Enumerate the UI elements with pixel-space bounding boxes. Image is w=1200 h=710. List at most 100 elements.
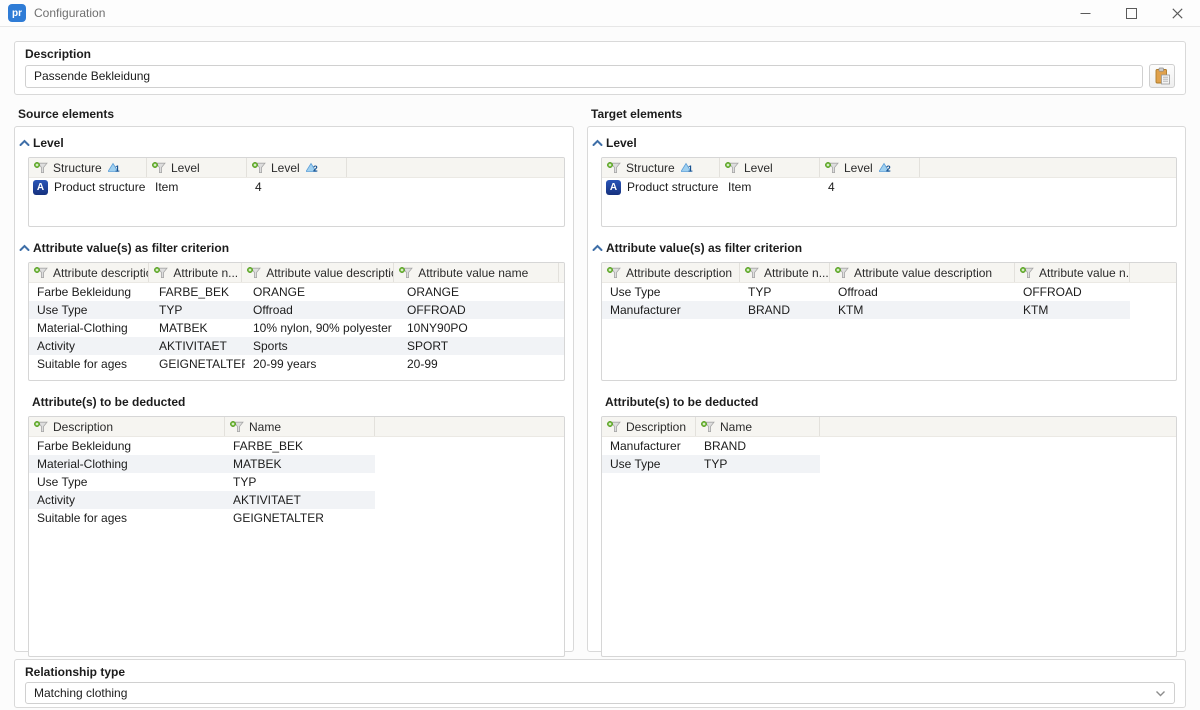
column-header[interactable]: Structure1: [602, 158, 720, 177]
minimize-button[interactable]: [1062, 0, 1108, 27]
table-cell: 20-99: [399, 355, 565, 373]
filter-funnel-icon: [607, 421, 621, 433]
target-level-section: Level Structure1LevelLevel2AProduct stru…: [601, 134, 1177, 227]
source-elements-section: Source elements Level Structure1LevelLev…: [14, 107, 574, 652]
column-header-label: Attribute n...: [173, 266, 238, 280]
column-header[interactable]: Attribute description: [602, 263, 740, 282]
column-header-filler: [375, 417, 564, 436]
paste-button[interactable]: [1149, 64, 1175, 88]
window-controls: [1062, 0, 1200, 27]
collapse-chevron-icon[interactable]: [592, 244, 606, 252]
chevron-down-icon: [1155, 690, 1166, 697]
table-row[interactable]: Farbe BekleidungFARBE_BEKORANGEORANGE: [29, 283, 565, 301]
table-cell: AKTIVITAET: [151, 337, 245, 355]
table-cell: Use Type: [602, 455, 696, 473]
table-cell: Item: [720, 178, 820, 196]
column-header[interactable]: Level2: [820, 158, 920, 177]
section-title: Attribute(s) to be deducted: [32, 395, 185, 409]
table-row[interactable]: Use TypeTYP: [602, 455, 820, 473]
table-cell: MATBEK: [151, 319, 245, 337]
column-header-label: Level: [271, 161, 300, 175]
table-row[interactable]: ActivityAKTIVITAET: [29, 491, 375, 509]
columns-area: Source elements Level Structure1LevelLev…: [14, 107, 1186, 652]
column-header[interactable]: Attribute value description: [830, 263, 1015, 282]
table-cell: Sports: [245, 337, 399, 355]
target-elements-panel: Level Structure1LevelLevel2AProduct stru…: [587, 126, 1186, 652]
table-cell: Farbe Bekleidung: [29, 437, 225, 455]
collapse-chevron-icon[interactable]: [19, 244, 33, 252]
close-button[interactable]: [1154, 0, 1200, 27]
table-body: Farbe BekleidungFARBE_BEKMaterial-Clothi…: [29, 437, 564, 527]
filter-funnel-icon: [825, 162, 839, 174]
structure-type-icon: A: [33, 180, 48, 195]
column-header[interactable]: Name: [696, 417, 820, 436]
table-row[interactable]: Suitable for agesGEIGNETALTER20-99 years…: [29, 355, 565, 373]
column-header[interactable]: Attribute n...: [740, 263, 830, 282]
table-body: AProduct structureItem4: [602, 178, 1176, 196]
table-header-row: Structure1LevelLevel2: [29, 158, 564, 178]
table-cell: 4: [820, 178, 920, 196]
collapse-chevron-icon[interactable]: [592, 139, 606, 147]
source-elements-label: Source elements: [14, 107, 574, 126]
main-content: Description Source eleme: [0, 27, 1200, 708]
column-header[interactable]: Attribute value name: [394, 263, 559, 282]
source-elements-panel: Level Structure1LevelLevel2AProduct stru…: [14, 126, 574, 652]
table-cell: GEIGNETALTER: [225, 509, 375, 527]
table-cell: 10NY90PO: [399, 319, 565, 337]
column-header[interactable]: Level2: [247, 158, 347, 177]
column-header[interactable]: Level: [720, 158, 820, 177]
source-level-section: Level Structure1LevelLevel2AProduct stru…: [28, 134, 565, 227]
table-cell: Suitable for ages: [29, 355, 151, 373]
column-header[interactable]: Attribute n...: [149, 263, 242, 282]
svg-text:1: 1: [688, 164, 693, 174]
table-cell: AProduct structure: [29, 178, 147, 196]
relationship-type-select[interactable]: Matching clothing: [25, 682, 1175, 704]
column-header[interactable]: Attribute value n...: [1015, 263, 1130, 282]
table-row[interactable]: Material-ClothingMATBEK: [29, 455, 375, 473]
column-header-filler: [347, 158, 564, 177]
target-elements-label: Target elements: [587, 107, 1186, 126]
structure-type-icon: A: [606, 180, 621, 195]
table-cell: Material-Clothing: [29, 455, 225, 473]
column-header[interactable]: Description: [602, 417, 696, 436]
configuration-window: pr Configuration Description: [0, 0, 1200, 710]
table-body: Use TypeTYPOffroadOFFROADManufacturerBRA…: [602, 283, 1176, 319]
column-header[interactable]: Attribute description: [29, 263, 149, 282]
column-header[interactable]: Description: [29, 417, 225, 436]
filter-funnel-icon: [399, 267, 413, 279]
table-row[interactable]: Suitable for agesGEIGNETALTER: [29, 509, 375, 527]
column-header[interactable]: Structure1: [29, 158, 147, 177]
maximize-button[interactable]: [1108, 0, 1154, 27]
table-row[interactable]: ManufacturerBRAND: [602, 437, 820, 455]
description-input[interactable]: [25, 65, 1143, 88]
table-row[interactable]: ActivityAKTIVITAETSportsSPORT: [29, 337, 565, 355]
target-filter-section: Attribute value(s) as filter criterion A…: [601, 239, 1177, 381]
filter-funnel-icon: [247, 267, 261, 279]
column-header[interactable]: Level: [147, 158, 247, 177]
column-header-label: Attribute description: [53, 266, 148, 280]
description-label: Description: [25, 47, 1175, 61]
section-title: Attribute(s) to be deducted: [605, 395, 758, 409]
target-level-table: Structure1LevelLevel2AProduct structureI…: [601, 157, 1177, 227]
table-row[interactable]: ManufacturerBRANDKTMKTM: [602, 301, 1130, 319]
table-header-row: Attribute description Attribute n... Attri…: [29, 263, 564, 283]
table-row[interactable]: AProduct structureItem4: [29, 178, 347, 196]
table-cell: Use Type: [29, 301, 151, 319]
table-row[interactable]: AProduct structureItem4: [602, 178, 920, 196]
maximize-icon: [1126, 8, 1137, 19]
table-row[interactable]: Material-ClothingMATBEK10% nylon, 90% po…: [29, 319, 565, 337]
table-row[interactable]: Use TypeTYPOffroadOFFROAD: [29, 301, 565, 319]
table-row[interactable]: Farbe BekleidungFARBE_BEK: [29, 437, 375, 455]
table-cell: 10% nylon, 90% polyester: [245, 319, 399, 337]
column-header[interactable]: Name: [225, 417, 375, 436]
filter-funnel-icon: [34, 267, 48, 279]
column-header-label: Attribute value description: [854, 266, 992, 280]
filter-funnel-icon: [725, 162, 739, 174]
collapse-chevron-icon[interactable]: [19, 139, 33, 147]
source-filter-table: Attribute description Attribute n... Attri…: [28, 262, 565, 381]
table-row[interactable]: Use TypeTYPOffroadOFFROAD: [602, 283, 1130, 301]
close-icon: [1172, 8, 1183, 19]
table-row[interactable]: Use TypeTYP: [29, 473, 375, 491]
source-filter-section: Attribute value(s) as filter criterion A…: [28, 239, 565, 381]
column-header[interactable]: Attribute value description: [242, 263, 394, 282]
